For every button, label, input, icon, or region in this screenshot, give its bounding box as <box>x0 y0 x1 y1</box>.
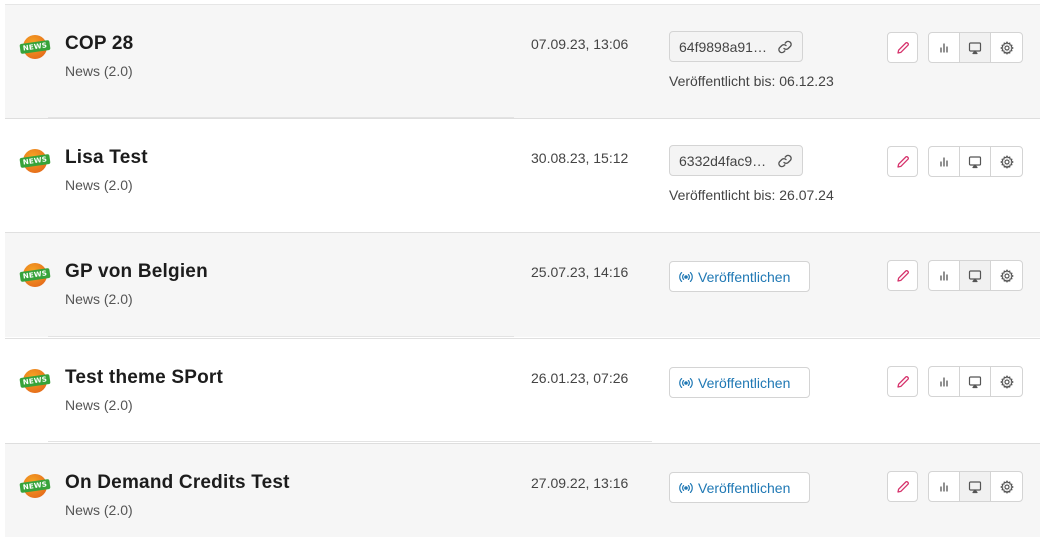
item-date: 25.07.23, 14:16 <box>531 264 629 280</box>
settings-button[interactable] <box>991 261 1022 290</box>
gear-icon <box>999 479 1014 494</box>
list-item[interactable]: NEWS GP von Belgien News (2.0) 25.07.23,… <box>5 232 1040 337</box>
preview-button[interactable] <box>960 147 991 176</box>
bar-chart-icon <box>940 481 948 492</box>
copy-link-button[interactable]: 64f9898a91… <box>669 31 803 62</box>
row-divider <box>48 441 652 442</box>
gear-icon <box>999 40 1014 55</box>
broadcast-icon <box>679 482 693 493</box>
news-badge-icon: NEWS <box>19 35 51 59</box>
gear-icon <box>999 374 1014 389</box>
settings-button[interactable] <box>991 472 1022 501</box>
gear-icon <box>999 268 1014 283</box>
item-type: News (2.0) <box>65 502 133 518</box>
news-badge-icon: NEWS <box>19 474 51 498</box>
hash-value: 6332d4fac9… <box>679 152 767 169</box>
pencil-icon <box>896 375 909 388</box>
publish-label: Veröffentlichen <box>698 268 791 285</box>
row-divider <box>48 336 514 337</box>
list-item[interactable]: NEWS Lisa Test News (2.0) 30.08.23, 15:1… <box>5 118 1040 232</box>
settings-button[interactable] <box>991 147 1022 176</box>
item-date: 26.01.23, 07:26 <box>531 370 629 386</box>
stats-button[interactable] <box>929 261 960 290</box>
item-type: News (2.0) <box>65 291 133 307</box>
publish-button[interactable]: Veröffentlichen <box>669 367 810 398</box>
pencil-icon <box>896 480 909 493</box>
pencil-icon <box>896 155 909 168</box>
preview-button[interactable] <box>960 472 991 501</box>
settings-button[interactable] <box>991 33 1022 62</box>
item-type: News (2.0) <box>65 177 133 193</box>
settings-button[interactable] <box>991 367 1022 396</box>
publish-label: Veröffentlichen <box>698 479 791 496</box>
edit-button[interactable] <box>887 32 918 63</box>
list-item[interactable]: NEWS Test theme SPort News (2.0) 26.01.2… <box>5 338 1040 442</box>
screen-cast-icon <box>968 375 982 388</box>
news-badge-icon: NEWS <box>19 263 51 287</box>
item-title[interactable]: On Demand Credits Test <box>65 472 290 494</box>
item-title[interactable]: COP 28 <box>65 33 133 55</box>
edit-button[interactable] <box>887 366 918 397</box>
item-type: News (2.0) <box>65 63 133 79</box>
news-badge-icon: NEWS <box>19 369 51 393</box>
bar-chart-icon <box>940 42 948 53</box>
item-date: 27.09.22, 13:16 <box>531 475 629 491</box>
preview-button[interactable] <box>960 367 991 396</box>
item-type: News (2.0) <box>65 397 133 413</box>
stats-button[interactable] <box>929 472 960 501</box>
publish-label: Veröffentlichen <box>698 374 791 391</box>
published-until-text: Veröffentlicht bis: 06.12.23 <box>669 73 834 89</box>
publish-button[interactable]: Veröffentlichen <box>669 472 810 503</box>
preview-button[interactable] <box>960 261 991 290</box>
item-title[interactable]: Test theme SPort <box>65 367 223 389</box>
bar-chart-icon <box>940 156 948 167</box>
preview-button[interactable] <box>960 33 991 62</box>
screen-cast-icon <box>968 480 982 493</box>
list-item[interactable]: NEWS COP 28 News (2.0) 07.09.23, 13:06 6… <box>5 4 1040 118</box>
stats-button[interactable] <box>929 33 960 62</box>
hash-value: 64f9898a91… <box>679 38 767 55</box>
item-date: 30.08.23, 15:12 <box>531 150 629 166</box>
link-icon <box>778 40 792 53</box>
stats-button[interactable] <box>929 147 960 176</box>
item-title[interactable]: GP von Belgien <box>65 261 208 283</box>
row-divider <box>48 117 514 118</box>
item-title[interactable]: Lisa Test <box>65 147 148 169</box>
edit-button[interactable] <box>887 260 918 291</box>
gear-icon <box>999 154 1014 169</box>
screen-cast-icon <box>968 155 982 168</box>
copy-link-button[interactable]: 6332d4fac9… <box>669 145 803 176</box>
edit-button[interactable] <box>887 146 918 177</box>
bar-chart-icon <box>940 376 948 387</box>
stats-button[interactable] <box>929 367 960 396</box>
broadcast-icon <box>679 271 693 282</box>
bar-chart-icon <box>940 270 948 281</box>
news-badge-icon: NEWS <box>19 149 51 173</box>
published-until-text: Veröffentlicht bis: 26.07.24 <box>669 187 834 203</box>
link-icon <box>778 154 792 167</box>
list-item[interactable]: NEWS On Demand Credits Test News (2.0) 2… <box>5 443 1040 537</box>
broadcast-icon <box>679 377 693 388</box>
pencil-icon <box>896 41 909 54</box>
screen-cast-icon <box>968 269 982 282</box>
item-date: 07.09.23, 13:06 <box>531 36 629 52</box>
screen-cast-icon <box>968 41 982 54</box>
pencil-icon <box>896 269 909 282</box>
publish-button[interactable]: Veröffentlichen <box>669 261 810 292</box>
edit-button[interactable] <box>887 471 918 502</box>
